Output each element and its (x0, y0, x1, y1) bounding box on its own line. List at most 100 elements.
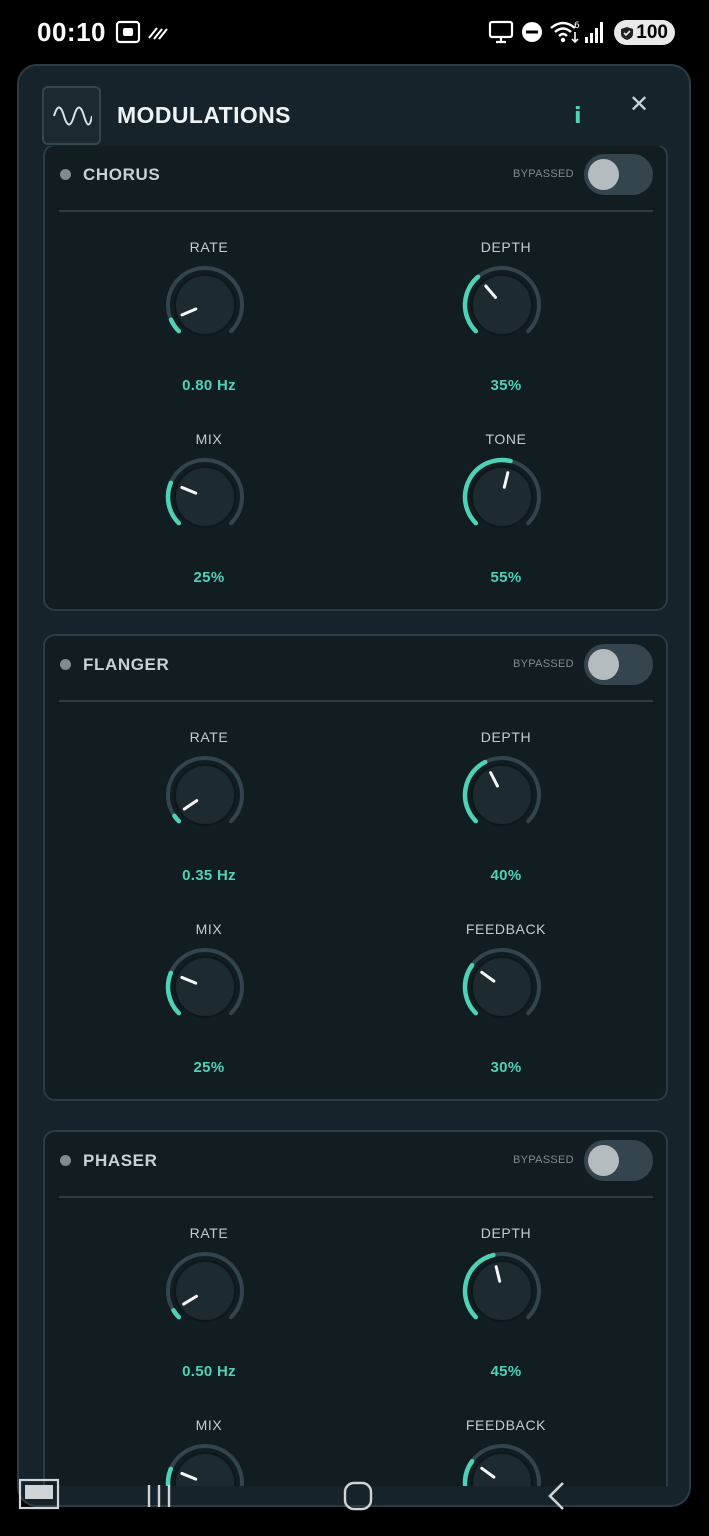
knob-value: 45% (490, 1363, 522, 1380)
status-time: 00:10 (37, 17, 106, 47)
rotary-knob[interactable] (165, 457, 245, 537)
knob-body (174, 1260, 236, 1322)
knob-value: 0.80 Hz (182, 377, 236, 394)
knob-body (174, 956, 236, 1018)
knob-value-arc (171, 1308, 182, 1320)
rotary-knob[interactable] (462, 755, 542, 835)
knob-feedback: FEEDBACK 30% (406, 921, 606, 1091)
toggle-knob (588, 159, 619, 190)
modal-title: MODULATIONS (117, 102, 291, 128)
knob-value: 30% (490, 1059, 522, 1076)
knob-rate: RATE 0.80 Hz (109, 239, 309, 409)
knob-value: 25% (193, 1059, 225, 1076)
bypass-toggle[interactable] (584, 644, 653, 685)
wave-icon (42, 86, 101, 145)
knob-depth: DEPTH 40% (406, 729, 606, 899)
section-title: FLANGER (83, 655, 170, 674)
knob-value: 40% (490, 867, 522, 884)
knob-label: DEPTH (480, 729, 532, 745)
knob-body (471, 956, 533, 1018)
knob-mix: MIX 25% (109, 431, 309, 601)
knob-body (174, 466, 236, 528)
rotary-knob[interactable] (462, 947, 542, 1027)
nfc-icon (147, 24, 169, 47)
svg-text:6: 6 (574, 21, 580, 31)
bypass-toggle[interactable] (584, 1140, 653, 1181)
rotary-knob[interactable] (462, 1251, 542, 1331)
knob-label: TONE (485, 431, 527, 447)
knob-body (471, 1260, 533, 1322)
knob-label: RATE (189, 729, 229, 745)
knob-label: RATE (189, 1225, 229, 1241)
knob-tone: TONE 55% (406, 431, 606, 601)
knob-label: RATE (189, 239, 229, 255)
knob-value-arc (168, 317, 182, 334)
knob-value: 0.35 Hz (182, 867, 236, 884)
divider (59, 700, 653, 702)
knob-value-arc (172, 813, 182, 824)
screenshot-icon (115, 20, 141, 49)
dnd-icon (521, 21, 543, 48)
knob-body (471, 274, 533, 336)
bypass-toggle[interactable] (584, 154, 653, 195)
knob-rate: RATE 0.50 Hz (109, 1225, 309, 1395)
close-button[interactable]: ✕ (626, 92, 652, 118)
section-title: PHASER (83, 1151, 158, 1170)
section-title: CHORUS (83, 165, 161, 184)
bypassed-label: BYPASSED (513, 658, 574, 670)
rotary-knob[interactable] (462, 265, 542, 345)
effect-section-chorus: CHORUS BYPASSED RATE 0.80 Hz DEPTH 35% M… (43, 146, 668, 611)
bypassed-label: BYPASSED (513, 1154, 574, 1166)
knob-label: DEPTH (480, 239, 532, 255)
effect-section-flanger: FLANGER BYPASSED RATE 0.35 Hz DEPTH 40% … (43, 634, 668, 1101)
rotary-knob[interactable] (165, 947, 245, 1027)
divider (59, 210, 653, 212)
knob-body (471, 466, 533, 528)
navigation-bar (0, 1466, 709, 1536)
rotary-knob[interactable] (462, 457, 542, 537)
knob-body (174, 274, 236, 336)
wifi-icon: 6 (549, 19, 581, 50)
home-icon[interactable] (342, 1480, 374, 1517)
toggle-knob (588, 1145, 619, 1176)
back-icon[interactable] (544, 1480, 570, 1517)
rotary-knob[interactable] (165, 1251, 245, 1331)
battery-level: 100 (636, 21, 668, 43)
knob-label: MIX (195, 921, 223, 937)
signal-icon (584, 20, 606, 49)
knob-label: DEPTH (480, 1225, 532, 1241)
knob-value: 55% (490, 569, 522, 586)
section-header: PHASER BYPASSED (45, 1132, 666, 1198)
knob-label: FEEDBACK (465, 1417, 547, 1433)
shield-icon (620, 25, 634, 47)
keyboard-icon[interactable] (18, 1478, 60, 1515)
status-dot (60, 169, 71, 180)
knob-body (471, 764, 533, 826)
rotary-knob[interactable] (165, 755, 245, 835)
knob-depth: DEPTH 35% (406, 239, 606, 409)
knob-value: 25% (193, 569, 225, 586)
knob-value: 35% (490, 377, 522, 394)
knob-rate: RATE 0.35 Hz (109, 729, 309, 899)
status-dot (60, 659, 71, 670)
status-dot (60, 1155, 71, 1166)
monitor-icon (488, 20, 514, 49)
bypassed-label: BYPASSED (513, 168, 574, 180)
knob-label: MIX (195, 1417, 223, 1433)
rotary-knob[interactable] (165, 265, 245, 345)
battery-icon: 100 (614, 20, 675, 45)
effect-section-phaser: PHASER BYPASSED RATE 0.50 Hz DEPTH 45% M… (43, 1130, 668, 1486)
knob-mix: MIX 25% (109, 921, 309, 1091)
modulations-modal: MODULATIONS i ✕ CHORUS BYPASSED RATE 0.8… (17, 64, 691, 1507)
knob-label: FEEDBACK (465, 921, 547, 937)
status-bar: 00:10 6 100 (0, 0, 709, 62)
recents-icon[interactable] (145, 1482, 175, 1515)
modal-header: MODULATIONS i ✕ (19, 66, 689, 146)
knob-depth: DEPTH 45% (406, 1225, 606, 1395)
knob-label: MIX (195, 431, 223, 447)
knob-body (174, 764, 236, 826)
info-button[interactable]: i (574, 104, 582, 129)
divider (59, 1196, 653, 1198)
section-header: CHORUS BYPASSED (45, 146, 666, 212)
effects-list[interactable]: CHORUS BYPASSED RATE 0.80 Hz DEPTH 35% M… (19, 146, 689, 1486)
